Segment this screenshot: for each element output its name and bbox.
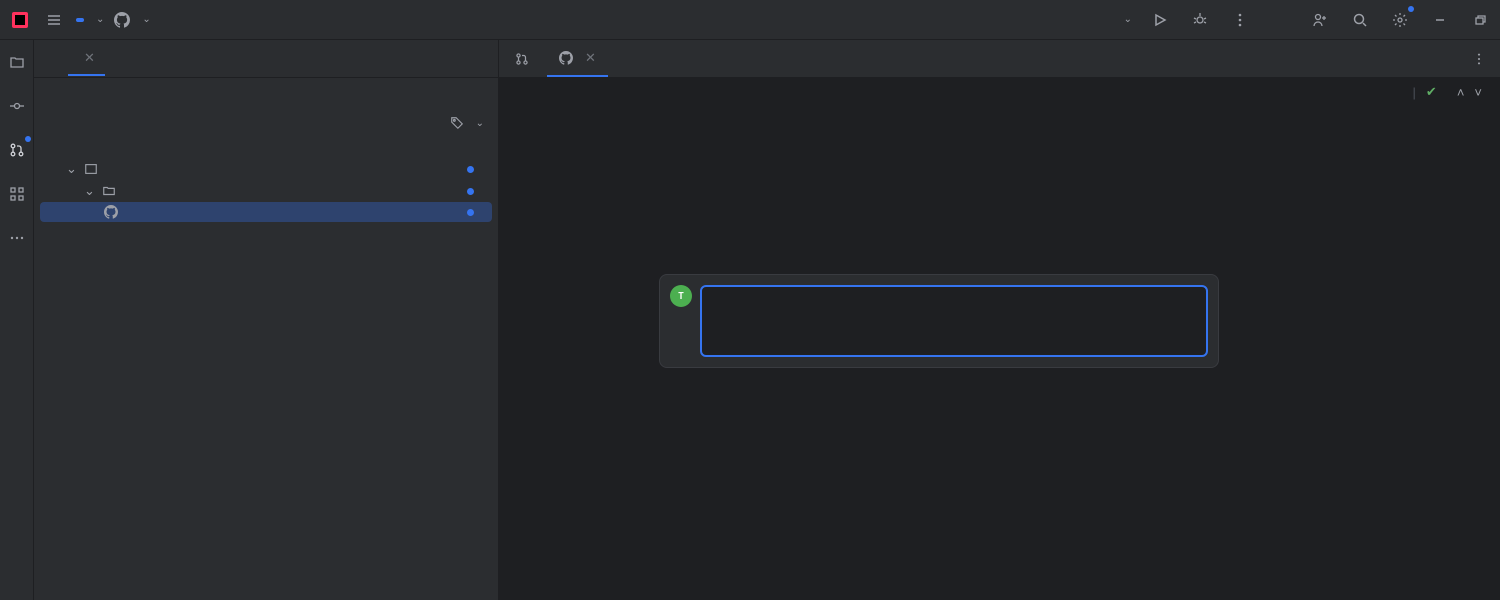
branch-selector[interactable]: ⌄	[450, 116, 484, 130]
github-icon	[114, 12, 130, 28]
modified-indicator	[467, 209, 474, 216]
editor-tab[interactable]	[503, 40, 547, 77]
project-selector[interactable]: ⌄	[76, 14, 104, 25]
review-comment-popup: T	[659, 274, 1219, 368]
run-config-selector[interactable]: ⌄	[1118, 14, 1132, 25]
next-icon[interactable]: ˅	[1474, 85, 1482, 100]
app-icon	[8, 8, 32, 32]
pr-tab-list[interactable]	[44, 51, 64, 67]
avatar: T	[670, 285, 692, 307]
chevron-down-icon: ⌄	[1124, 14, 1132, 25]
tree-folder[interactable]: ⌄	[40, 180, 492, 202]
modified-indicator	[467, 188, 474, 195]
code-with-me-icon[interactable]	[1308, 8, 1332, 32]
run-button[interactable]	[1148, 8, 1172, 32]
chevron-down-icon: ⌄	[66, 161, 78, 177]
editor-tab[interactable]: ✕	[547, 40, 608, 77]
gutter[interactable]	[499, 78, 571, 600]
folder-icon	[102, 184, 116, 198]
commit-tool-icon[interactable]	[5, 94, 29, 118]
module-icon	[84, 162, 98, 176]
chevron-down-icon: ⌄	[476, 118, 484, 129]
chevron-down-icon: ⌄	[84, 183, 96, 199]
pull-requests-panel: ✕ ⌄	[34, 40, 499, 600]
tree-root[interactable]: ⌄	[40, 158, 492, 180]
changes-tree: ⌄ ⌄	[34, 158, 498, 222]
modified-indicator	[467, 166, 474, 173]
editor-tabs: ✕	[499, 40, 1500, 78]
project-badge	[76, 18, 84, 22]
github-icon	[104, 205, 118, 219]
prev-icon[interactable]: ˄	[1457, 85, 1465, 100]
debug-button[interactable]	[1188, 8, 1212, 32]
settings-icon[interactable]	[1388, 8, 1412, 32]
restore-button[interactable]	[1468, 8, 1492, 32]
structure-tool-icon[interactable]	[5, 182, 29, 206]
tree-file[interactable]	[40, 202, 492, 222]
vcs-widget[interactable]: ⌄	[114, 12, 150, 28]
tool-window-stripe	[0, 40, 34, 600]
review-toolbar: | ✔︎ ˄ ˅	[1403, 84, 1482, 100]
code-content[interactable]: T	[571, 78, 1500, 600]
more-icon[interactable]	[1228, 8, 1252, 32]
check-icon: ✔︎	[1426, 84, 1437, 100]
more-icon[interactable]	[1472, 47, 1496, 71]
pr-tabs: ✕	[34, 40, 498, 78]
close-icon[interactable]: ✕	[585, 50, 596, 66]
github-icon	[559, 51, 573, 65]
title-bar: ⌄ ⌄ ⌄	[0, 0, 1500, 40]
search-icon[interactable]	[1348, 8, 1372, 32]
project-tool-icon[interactable]	[5, 50, 29, 74]
comment-input[interactable]	[700, 285, 1208, 357]
pull-requests-tool-icon[interactable]	[5, 138, 29, 162]
pr-tab-detail[interactable]: ✕	[68, 42, 105, 76]
minimize-button[interactable]	[1428, 8, 1452, 32]
editor-area: ✕ | ✔︎ ˄ ˅ T	[499, 40, 1500, 600]
pr-icon	[515, 52, 529, 66]
tag-icon	[450, 116, 464, 130]
close-icon[interactable]: ✕	[84, 50, 95, 65]
chevron-down-icon: ⌄	[96, 14, 104, 25]
more-tools-icon[interactable]	[5, 226, 29, 250]
chevron-down-icon: ⌄	[142, 14, 150, 25]
hamburger-icon[interactable]	[42, 8, 66, 32]
